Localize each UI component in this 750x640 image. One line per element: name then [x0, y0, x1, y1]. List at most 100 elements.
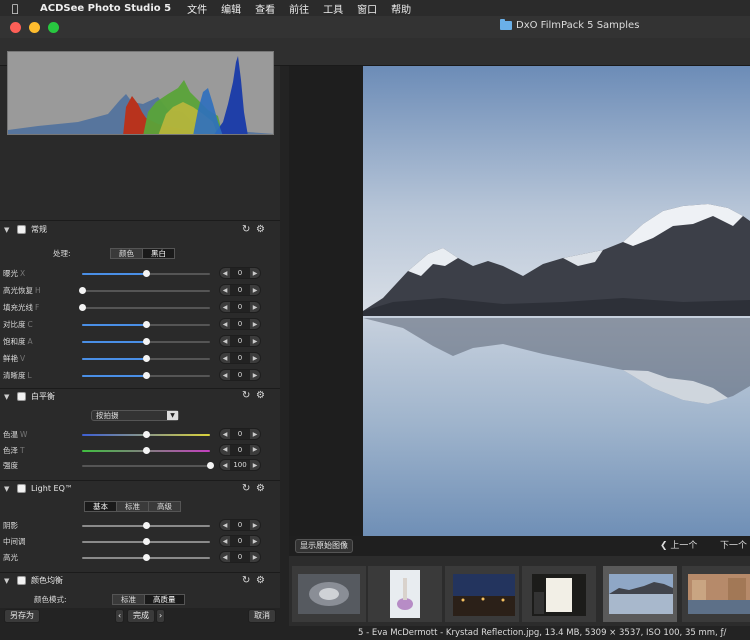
decrement-icon[interactable]: ◀ — [220, 270, 230, 277]
decrement-icon[interactable]: ◀ — [220, 372, 230, 379]
disclosure-icon[interactable]: ▼ — [4, 226, 9, 234]
slider-track[interactable] — [82, 372, 210, 379]
next-image-small-button[interactable]: › — [156, 609, 166, 623]
panel-scroll-gutter[interactable] — [280, 66, 289, 626]
save-as-button[interactable]: 另存为 — [4, 609, 40, 623]
slider-knob[interactable] — [143, 446, 150, 454]
increment-icon[interactable]: ▶ — [250, 522, 260, 529]
disclosure-icon[interactable]: ▼ — [4, 393, 9, 401]
slider-knob[interactable] — [143, 431, 150, 438]
value-field[interactable]: 0 — [230, 536, 250, 546]
decrement-icon[interactable]: ◀ — [220, 522, 230, 529]
menu-go[interactable]: 前往 — [289, 1, 309, 16]
value-field[interactable]: 0 — [230, 552, 250, 562]
value-field[interactable]: 0 — [230, 444, 250, 455]
menu-tools[interactable]: 工具 — [323, 1, 343, 16]
color-eq-enable-checkbox[interactable] — [17, 576, 26, 585]
value-field[interactable]: 0 — [230, 520, 250, 530]
value-field[interactable]: 0 — [230, 268, 250, 278]
value-field[interactable]: 0 — [230, 302, 250, 312]
refresh-icon[interactable]: ↻ — [242, 225, 252, 235]
prev-image-small-button[interactable]: ‹ — [115, 609, 125, 623]
gear-icon[interactable]: ⚙ — [256, 225, 266, 235]
increment-icon[interactable]: ▶ — [250, 554, 260, 561]
refresh-icon[interactable]: ↻ — [242, 576, 252, 586]
slider-knob[interactable] — [143, 554, 150, 561]
decrement-icon[interactable]: ◀ — [220, 431, 230, 438]
decrement-icon[interactable]: ◀ — [220, 462, 230, 469]
gear-icon[interactable]: ⚙ — [256, 484, 266, 494]
slider-track[interactable] — [82, 431, 210, 438]
increment-icon[interactable]: ▶ — [250, 431, 260, 438]
decrement-icon[interactable]: ◀ — [220, 338, 230, 345]
filmstrip-thumb-5[interactable] — [603, 566, 677, 622]
slider-track[interactable] — [82, 355, 210, 362]
slider-track[interactable] — [82, 446, 210, 454]
increment-icon[interactable]: ▶ — [250, 338, 260, 345]
gear-icon[interactable]: ⚙ — [256, 391, 266, 401]
slider-track[interactable] — [82, 522, 210, 529]
menu-file[interactable]: 文件 — [187, 1, 207, 16]
slider-track[interactable] — [82, 538, 210, 545]
process-bw-button[interactable]: 黑白 — [143, 248, 175, 259]
increment-icon[interactable]: ▶ — [250, 304, 260, 311]
disclosure-icon[interactable]: ▼ — [4, 485, 9, 493]
increment-icon[interactable]: ▶ — [250, 355, 260, 362]
process-color-button[interactable]: 颜色 — [110, 248, 143, 259]
slider-knob[interactable] — [143, 355, 150, 362]
value-field[interactable]: 0 — [230, 319, 250, 329]
disclosure-icon[interactable]: ▼ — [4, 577, 9, 585]
minimize-window-button[interactable] — [29, 21, 40, 33]
next-image-button[interactable]: 下一个 — [720, 540, 747, 552]
light-eq-advanced-button[interactable]: 高级 — [149, 501, 181, 512]
decrement-icon[interactable]: ◀ — [220, 538, 230, 545]
apple-icon[interactable]:  — [0, 2, 30, 15]
decrement-icon[interactable]: ◀ — [220, 304, 230, 311]
slider-knob[interactable] — [207, 462, 214, 469]
increment-icon[interactable]: ▶ — [250, 462, 260, 469]
close-window-button[interactable] — [10, 21, 21, 33]
value-field[interactable]: 0 — [230, 353, 250, 363]
slider-knob[interactable] — [143, 538, 150, 545]
slider-track[interactable] — [82, 462, 214, 469]
main-photo[interactable] — [363, 66, 750, 536]
slider-track[interactable] — [79, 304, 210, 311]
light-eq-basic-button[interactable]: 基本 — [84, 501, 117, 512]
slider-track[interactable] — [82, 270, 210, 277]
increment-icon[interactable]: ▶ — [250, 270, 260, 277]
slider-knob[interactable] — [143, 270, 150, 277]
filmstrip-thumb-1[interactable] — [292, 566, 366, 622]
cancel-button[interactable]: 取消 — [248, 609, 276, 623]
increment-icon[interactable]: ▶ — [250, 372, 260, 379]
decrement-icon[interactable]: ◀ — [220, 446, 230, 453]
menu-view[interactable]: 查看 — [255, 1, 275, 16]
menu-edit[interactable]: 编辑 — [221, 1, 241, 16]
increment-icon[interactable]: ▶ — [250, 321, 260, 328]
menu-window[interactable]: 窗口 — [357, 1, 377, 16]
slider-knob[interactable] — [143, 338, 150, 345]
filmstrip-thumb-6[interactable] — [682, 566, 750, 622]
light-eq-enable-checkbox[interactable] — [17, 484, 26, 493]
filmstrip-thumb-2[interactable] — [368, 566, 442, 622]
slider-track[interactable] — [82, 338, 210, 345]
menu-help[interactable]: 帮助 — [391, 1, 411, 16]
slider-track[interactable] — [82, 554, 210, 561]
filmstrip-thumb-4[interactable] — [522, 566, 596, 622]
slider-knob[interactable] — [143, 522, 150, 529]
refresh-icon[interactable]: ↻ — [242, 484, 252, 494]
filmstrip-thumb-3[interactable] — [445, 566, 519, 622]
white-balance-enable-checkbox[interactable] — [17, 392, 26, 401]
slider-track[interactable] — [79, 287, 210, 294]
slider-knob[interactable] — [143, 321, 150, 328]
prev-image-button[interactable]: ❮ 上一个 — [660, 540, 697, 552]
decrement-icon[interactable]: ◀ — [220, 287, 230, 294]
color-mode-hq-button[interactable]: 高质量 — [145, 594, 185, 605]
decrement-icon[interactable]: ◀ — [220, 554, 230, 561]
app-name-menu[interactable]: ACDSee Photo Studio 5 — [40, 3, 171, 14]
slider-knob[interactable] — [143, 372, 150, 379]
slider-knob[interactable] — [79, 304, 86, 311]
decrement-icon[interactable]: ◀ — [220, 321, 230, 328]
zoom-window-button[interactable] — [48, 21, 59, 33]
slider-knob[interactable] — [79, 287, 86, 294]
slider-track[interactable] — [82, 321, 210, 328]
